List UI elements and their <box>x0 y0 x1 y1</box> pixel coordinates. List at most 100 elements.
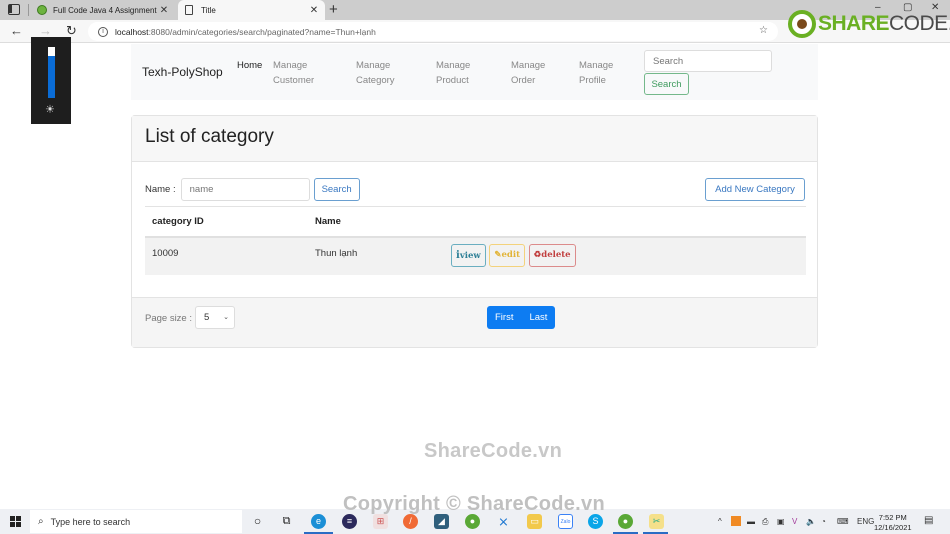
url-input[interactable]: i localhost:8080/admin/categories/search… <box>88 22 778 41</box>
tab-actions-icon[interactable] <box>8 4 20 15</box>
category-table: category ID Name 10009 Thun lạnh iview ✎… <box>145 206 806 275</box>
favorite-star-icon[interactable]: ☆ <box>759 25 768 36</box>
eclipse-icon[interactable]: ≡ <box>342 514 357 529</box>
nav-link-manage-order[interactable]: Manage Order <box>511 58 545 88</box>
show-hidden-icons[interactable]: ^ <box>718 517 722 526</box>
language-indicator[interactable]: ENG <box>857 517 874 526</box>
name-filter-input[interactable] <box>180 178 310 201</box>
page-title: List of category <box>145 126 274 147</box>
vscode-icon[interactable]: ⨯ <box>496 514 511 529</box>
filter-form: Name : Search <box>145 178 360 201</box>
page-size-value: 5 <box>204 312 210 323</box>
close-tab-icon[interactable]: ✕ <box>307 5 321 16</box>
nav-link-manage-product[interactable]: Manage Product <box>436 58 470 88</box>
chevron-down-icon: ⌄ <box>223 314 229 321</box>
notifications-icon[interactable]: ▤ <box>924 515 933 526</box>
brightness-slider[interactable] <box>48 49 55 98</box>
first-page-button[interactable]: First <box>487 306 521 329</box>
nav-link-label: Manage <box>436 60 471 71</box>
battery-icon[interactable]: ▬ <box>747 517 755 526</box>
nav-link-label: Profile <box>579 75 606 86</box>
view-button[interactable]: iview <box>451 243 486 267</box>
meet-now-icon[interactable]: ▣ <box>777 517 785 526</box>
browser-tab[interactable]: Full Code Java 4 Assignment SOF ✕ <box>32 0 175 20</box>
clock-date: 12/16/2021 <box>874 523 912 532</box>
cortana-icon[interactable]: ○ <box>250 514 265 529</box>
postman-icon[interactable]: / <box>403 514 418 529</box>
app-icon[interactable]: ⊞ <box>373 514 388 529</box>
delete-label: delete <box>541 250 571 260</box>
windows-start-icon[interactable] <box>10 516 21 527</box>
last-page-button[interactable]: Last <box>521 306 555 329</box>
skype-icon[interactable]: S <box>588 514 603 529</box>
keyboard-icon[interactable]: ⌨ <box>837 517 849 526</box>
nav-link-label: Product <box>436 75 469 86</box>
sharecode-watermark-logo: SHARECODE.vn <box>788 9 950 39</box>
sharecode-logo-icon <box>788 10 816 38</box>
cell-category-id: 10009 <box>145 236 308 275</box>
table-row: 10009 Thun lạnh iview ✎edit ♻delete <box>145 236 806 275</box>
brightness-slider-thumb[interactable] <box>48 47 55 56</box>
tray-app-icon[interactable] <box>731 516 741 526</box>
snipping-tool-icon[interactable]: ✂ <box>649 514 664 529</box>
card-header: List of category <box>132 116 817 162</box>
nav-link-manage-profile[interactable]: Manage Profile <box>579 58 613 88</box>
device-icon[interactable]: ⎙ <box>762 517 768 527</box>
back-icon[interactable]: ← <box>10 23 23 38</box>
spring-tool-icon-2[interactable]: ● <box>618 514 633 529</box>
edit-label: edit <box>501 250 520 260</box>
nav-link-label: Manage <box>356 60 391 71</box>
nav-link-label: Customer <box>273 75 315 86</box>
nav-link-label: Home <box>237 60 263 71</box>
tab-separator <box>28 4 29 16</box>
copyright-watermark: Copyright © ShareCode.vn <box>343 493 605 515</box>
file-explorer-icon[interactable]: ▭ <box>527 514 542 529</box>
site-info-icon[interactable]: i <box>98 26 108 37</box>
delete-button[interactable]: ♻delete <box>528 243 576 267</box>
column-header-category-id: category ID <box>145 206 308 238</box>
navbar-search-input[interactable] <box>644 50 772 72</box>
watermark-text: ShareCode.vn <box>424 440 563 462</box>
url-host: localhost <box>115 26 149 37</box>
nav-link-label: Category <box>356 75 395 86</box>
add-new-category-button[interactable]: Add New Category <box>705 178 805 201</box>
cell-category-name: Thun lạnh <box>308 236 444 275</box>
task-view-icon[interactable]: ⧉ <box>279 514 294 529</box>
search-icon: ⌕ <box>38 516 44 527</box>
mysql-workbench-icon[interactable]: ◢ <box>434 514 449 529</box>
page-size-select[interactable]: 5 ⌄ <box>195 306 235 329</box>
nav-link-manage-category[interactable]: Manage Category <box>356 58 395 88</box>
nav-link-label: Manage <box>273 60 308 71</box>
view-label: view <box>459 250 481 261</box>
spring-tool-icon[interactable]: ● <box>465 514 480 529</box>
new-tab-icon[interactable]: + <box>329 1 338 18</box>
logo-suffix: CODE.vn <box>889 12 950 35</box>
site-brand[interactable]: Texh-PolyShop <box>142 65 223 79</box>
taskbar-search-box[interactable]: ⌕ Type here to search <box>30 510 242 533</box>
nav-link-label: Order <box>511 75 536 86</box>
wifi-icon[interactable]: ◔ <box>821 517 826 526</box>
zalo-icon[interactable]: Zalo <box>558 514 573 529</box>
tab-title: Title <box>201 5 216 15</box>
filter-search-button[interactable]: Search <box>313 178 360 201</box>
nav-link-home[interactable]: Home <box>237 58 262 73</box>
nav-link-label: Manage <box>511 60 546 71</box>
system-clock[interactable]: 7:52 PM 12/16/2021 <box>874 513 912 533</box>
brightness-sun-icon: ☀ <box>45 104 55 116</box>
nav-link-label: Manage <box>579 60 614 71</box>
brightness-flyout: ☀ <box>31 37 71 124</box>
nav-link-manage-customer[interactable]: Manage Customer <box>273 58 314 88</box>
category-list-card: List of category Name : Search Add New C… <box>131 115 818 348</box>
spring-favicon-icon <box>37 5 47 15</box>
name-filter-label: Name : <box>145 184 176 195</box>
taskbar-search-placeholder: Type here to search <box>50 516 131 527</box>
forward-icon[interactable]: → <box>39 23 52 38</box>
volume-icon[interactable]: 🔈 <box>806 517 816 526</box>
navbar-search-button[interactable]: Search <box>644 73 689 95</box>
close-tab-icon[interactable]: ✕ <box>157 5 171 16</box>
vpn-icon[interactable]: V <box>792 517 797 526</box>
edge-browser-icon[interactable]: e <box>311 514 326 529</box>
edit-button[interactable]: ✎edit <box>489 243 525 267</box>
clock-time: 7:52 PM <box>878 513 907 522</box>
browser-tab-active[interactable]: Title ✕ <box>178 0 325 20</box>
